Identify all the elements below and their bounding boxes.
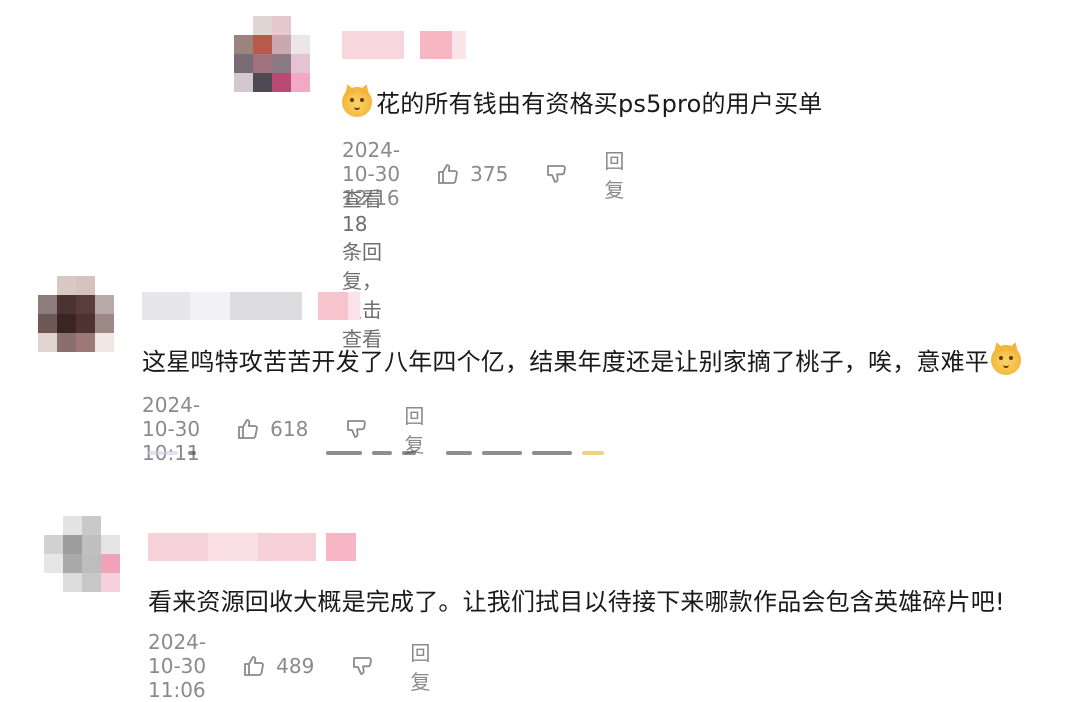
cropped-text-remnant [148,450,604,456]
like-count: 618 [270,417,309,441]
thumbs-up-icon [238,419,258,439]
comment-text: 花的所有钱由有资格买ps5pro的用户买单 [342,84,822,119]
cat-face-emoji-icon [991,344,1021,375]
dislike-button[interactable] [344,417,368,441]
thumbs-up-icon [244,656,264,676]
username-blurred[interactable] [148,532,356,562]
comment-body: 这星鸣特攻苦苦开发了八年四个亿，结果年度还是让别家摘了桃子，唉，意难平 [142,348,989,376]
comment-text: 这星鸣特攻苦苦开发了八年四个亿，结果年度还是让别家摘了桃子，唉，意难平 [142,342,1025,377]
comment-body: 花的所有钱由有资格买ps5pro的用户买单 [376,90,823,118]
like-button[interactable]: 489 [242,654,314,678]
avatar[interactable] [38,276,114,352]
thumbs-down-icon [347,420,367,438]
like-count: 375 [470,162,509,186]
cat-face-emoji-icon [342,86,372,117]
avatar[interactable] [234,16,310,92]
avatar[interactable] [44,516,120,592]
username-blurred[interactable] [142,291,360,321]
timestamp: 2024-10-30 11:06 [148,630,207,702]
username-blurred[interactable] [342,30,466,60]
dislike-button[interactable] [544,162,568,186]
like-button[interactable]: 375 [436,162,508,186]
like-button[interactable]: 618 [236,417,308,441]
reply-button[interactable]: 回复 [604,145,624,203]
like-count: 489 [276,654,315,678]
dislike-button[interactable] [350,654,374,678]
comment-body: 看来资源回收大概是完成了。让我们拭目以待接下来哪款作品会包含英雄碎片吧! [148,588,1005,616]
thumbs-down-icon [547,165,567,183]
comment-meta: 2024-10-30 11:06 489 回复 [148,630,430,702]
reply-button[interactable]: 回复 [410,637,430,695]
thumbs-down-icon [353,657,373,675]
view-replies-link[interactable]: 查看 18 条回复，点击查看 [342,183,382,352]
thumbs-up-icon [438,164,458,184]
comment-text: 看来资源回收大概是完成了。让我们拭目以待接下来哪款作品会包含英雄碎片吧! [148,582,1005,617]
comment-meta: 2024-10-30 12:16 375 回复 [342,138,624,210]
